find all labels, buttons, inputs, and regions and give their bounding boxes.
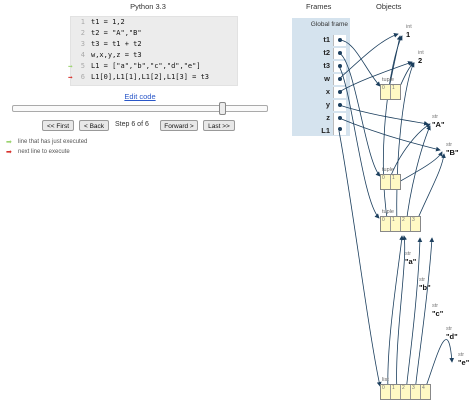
arrow-t2 (338, 52, 381, 177)
cell-index: 1 (392, 217, 395, 223)
tuple-cell: 2 (401, 217, 411, 231)
cell-index: 0 (382, 175, 385, 181)
str-object: str "c" (432, 303, 443, 318)
list-cell: 1 (391, 385, 401, 399)
object-value: "d" (446, 332, 458, 341)
list-cell: 0 (381, 385, 391, 399)
tuple-cell: 1 (391, 175, 400, 189)
int-object: int 1 (406, 24, 412, 39)
list-cell: 4 (421, 385, 430, 399)
tuple-object: 0 1 (380, 84, 401, 100)
str-object: str "A" (432, 114, 445, 129)
cell-index: 1 (392, 175, 395, 181)
tuple-label: tuple (382, 167, 394, 173)
object-value: 2 (418, 56, 423, 65)
tuple-cell: 0 (381, 175, 391, 189)
cell-index: 0 (382, 85, 385, 91)
arrow-x (338, 61, 413, 93)
tuple-object: 0 1 (380, 174, 401, 190)
tuple-cell: 0 (381, 217, 391, 231)
cell-index: 3 (412, 217, 415, 223)
int-object: int 2 (418, 50, 424, 65)
tuple-cell: 1 (391, 85, 400, 99)
tuple-label: tuple (382, 77, 394, 83)
list-cell: 3 (411, 385, 421, 399)
tuple-label: tuple (382, 209, 394, 215)
arrow-t1 (338, 39, 381, 87)
tuple-cell: 3 (411, 217, 420, 231)
arrow-list-1 (396, 235, 408, 393)
cell-index: 3 (412, 385, 415, 391)
arrow-tuple3-0 (383, 35, 403, 226)
cell-index: 0 (382, 217, 385, 223)
object-value: "a" (405, 257, 417, 266)
arrow-z (338, 117, 441, 152)
arrow-y (338, 104, 429, 126)
list-cell: 2 (401, 385, 411, 399)
object-value: "c" (432, 309, 444, 318)
object-value: "b" (419, 283, 431, 292)
object-value: "B" (446, 148, 459, 157)
reference-arrows (338, 32, 455, 393)
arrow-w (338, 32, 399, 80)
cell-index: 2 (402, 385, 405, 391)
str-object: str "e" (458, 352, 469, 367)
object-value: 1 (406, 30, 411, 39)
arrow-L1 (338, 130, 382, 387)
list-object: 0 1 2 3 4 (380, 384, 431, 400)
str-object: str "B" (446, 142, 459, 157)
cell-index: 1 (392, 85, 395, 91)
cell-index: 2 (402, 217, 405, 223)
cell-index: 0 (382, 385, 385, 391)
list-label: list (382, 377, 389, 383)
str-object: str "b" (419, 277, 431, 292)
object-value: "e" (458, 358, 470, 367)
str-object: str "a" (405, 251, 416, 266)
object-value: "A" (432, 120, 445, 129)
tuple-object: 0 1 2 3 (380, 216, 421, 232)
arrow-list-3 (414, 237, 435, 393)
str-object: str "d" (446, 326, 458, 341)
cell-index: 1 (392, 385, 395, 391)
cell-index: 4 (422, 385, 425, 391)
arrow-tuple3-3 (414, 153, 446, 226)
tuple-cell: 1 (391, 217, 401, 231)
tuple-cell: 0 (381, 85, 391, 99)
